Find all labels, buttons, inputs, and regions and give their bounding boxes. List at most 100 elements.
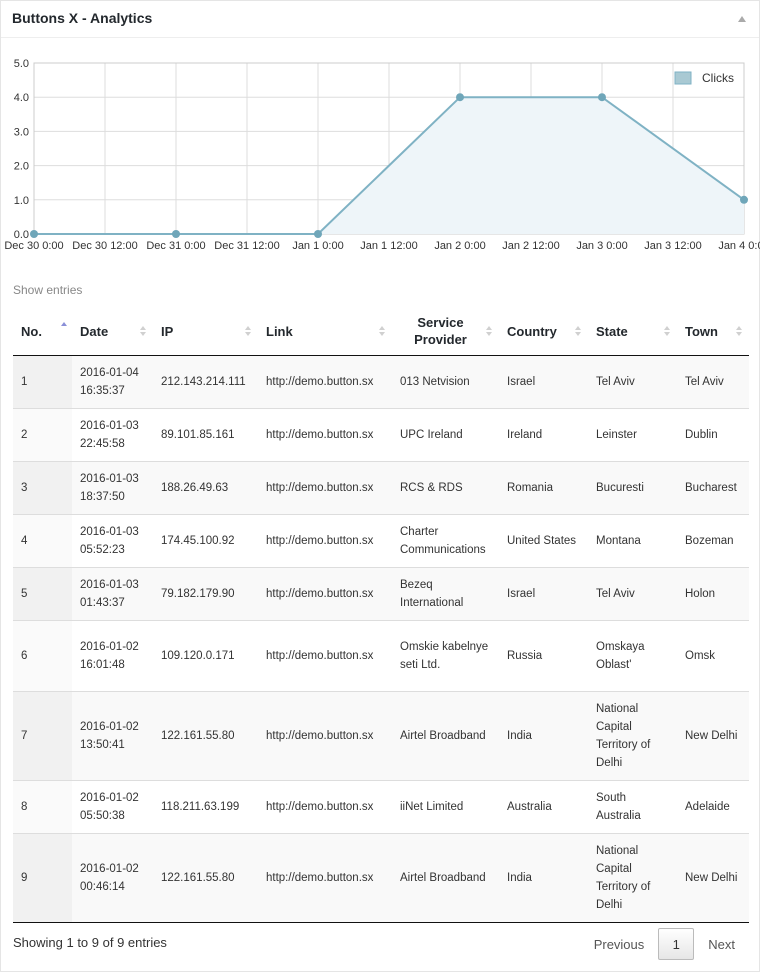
cell-no: 7 [13, 691, 72, 781]
column-label: Town [685, 323, 718, 339]
clicks-chart: 0.01.02.03.04.05.0Dec 30 0:00 Dec 30 12:0… [4, 58, 760, 252]
x-tick-label: Jan 2 0:00 [434, 240, 485, 252]
cell-link: http://demo.button.sx [258, 355, 392, 409]
x-tick-label: Jan 1 0:00 [292, 240, 343, 252]
cell-ip: 212.143.214.111 [153, 355, 258, 409]
column-header-date[interactable]: Date [72, 307, 153, 356]
cell-state: National Capital Territory of Delhi [588, 691, 677, 781]
cell-service-provider: RCS & RDS [392, 461, 499, 515]
cell-no: 1 [13, 355, 72, 409]
cell-ip: 109.120.0.171 [153, 620, 258, 692]
cell-link: http://demo.button.sx [258, 620, 392, 692]
table-info: Showing 1 to 9 of 9 entries [13, 935, 167, 950]
y-tick-label: 1.0 [14, 195, 29, 207]
column-label: Country [507, 323, 557, 339]
cell-date: 2016-01-04 16:35:37 [72, 355, 153, 409]
cell-country: Israel [499, 567, 588, 621]
data-point [456, 93, 464, 102]
cell-state: Bucuresti [588, 461, 677, 515]
cell-link: http://demo.button.sx [258, 567, 392, 621]
column-header-state[interactable]: State [588, 307, 677, 356]
collapse-toggle-icon[interactable] [735, 12, 749, 26]
column-header-town[interactable]: Town [677, 307, 749, 356]
column-header-country[interactable]: Country [499, 307, 588, 356]
x-tick-label: Jan 4 0:00 [718, 240, 760, 252]
cell-service-provider: iiNet Limited [392, 780, 499, 834]
panel-header: Buttons X - Analytics [1, 1, 759, 38]
cell-state: Leinster [588, 408, 677, 462]
column-header-no[interactable]: No. [13, 307, 72, 356]
column-header-link[interactable]: Link [258, 307, 392, 356]
y-tick-label: 4.0 [14, 92, 29, 104]
column-label: State [596, 323, 628, 339]
cell-link: http://demo.button.sx [258, 514, 392, 568]
cell-date: 2016-01-03 05:52:23 [72, 514, 153, 568]
cell-country: Australia [499, 780, 588, 834]
data-point [172, 230, 180, 238]
cell-date: 2016-01-02 13:50:41 [72, 691, 153, 781]
cell-state: Omskaya Oblast' [588, 620, 677, 692]
cell-date: 2016-01-02 16:01:48 [72, 620, 153, 692]
cell-link: http://demo.button.sx [258, 833, 392, 923]
x-tick-label: Jan 1 12:00 [360, 240, 418, 252]
cell-country: Russia [499, 620, 588, 692]
cell-town: Tel Aviv [677, 355, 749, 409]
page-1-button[interactable]: 1 [658, 928, 695, 960]
y-tick-label: 5.0 [14, 58, 29, 70]
sort-icon [245, 326, 251, 336]
cell-no: 5 [13, 567, 72, 621]
data-point [314, 230, 322, 238]
table-row: 4 2016-01-03 05:52:23 174.45.100.92 http://… [13, 514, 749, 568]
cell-no: 2 [13, 408, 72, 462]
sort-ascending-icon [61, 322, 67, 326]
column-label: No. [21, 323, 42, 339]
cell-state: National Capital Territory of Delhi [588, 833, 677, 923]
table-row: 3 2016-01-03 18:37:50 188.26.49.63 http://d… [13, 461, 749, 515]
cell-service-provider: Omskie kabelnye seti Ltd. [392, 620, 499, 692]
pagination: Previous 1 Next [594, 928, 747, 960]
cell-link: http://demo.button.sx [258, 461, 392, 515]
cell-service-provider: 013 Netvision [392, 355, 499, 409]
cell-date: 2016-01-03 22:45:58 [72, 408, 153, 462]
x-tick-label: Jan 3 12:00 [644, 240, 702, 252]
cell-service-provider: Airtel Broadband [392, 833, 499, 923]
cell-town: Bucharest [677, 461, 749, 515]
panel-title: Buttons X - Analytics [12, 10, 153, 26]
next-page-button[interactable]: Next [708, 937, 735, 952]
table-row: 2 2016-01-03 22:45:58 89.101.85.161 http://… [13, 408, 749, 462]
cell-date: 2016-01-02 05:50:38 [72, 780, 153, 834]
legend-label-clicks: Clicks [702, 71, 734, 85]
cell-service-provider: Bezeq International [392, 567, 499, 621]
cell-town: Omsk [677, 620, 749, 692]
cell-country: India [499, 833, 588, 923]
sort-icon [575, 326, 581, 336]
y-tick-label: 3.0 [14, 126, 29, 138]
cell-date: 2016-01-02 00:46:14 [72, 833, 153, 923]
table-row: 8 2016-01-02 05:50:38 118.211.63.199 http:/… [13, 780, 749, 834]
column-label: Date [80, 323, 109, 339]
x-tick-label: Dec 30 12:00 [72, 240, 137, 252]
x-tick-label: Dec 31 0:00 [146, 240, 205, 252]
x-tick-label: Dec 30 0:00 [4, 240, 63, 252]
cell-no: 9 [13, 833, 72, 923]
data-point [30, 230, 38, 238]
data-point [740, 195, 748, 204]
cell-service-provider: UPC Ireland [392, 408, 499, 462]
column-header-service-provider[interactable]: Service Provider [392, 307, 499, 356]
cell-ip: 122.161.55.80 [153, 833, 258, 923]
cell-date: 2016-01-03 01:43:37 [72, 567, 153, 621]
x-tick-label: Dec 31 12:00 [214, 240, 279, 252]
column-header-ip[interactable]: IP [153, 307, 258, 356]
sort-icon [140, 326, 146, 336]
table-row: 9 2016-01-02 00:46:14 122.161.55.80 http://… [13, 833, 749, 923]
column-label: Service Provider [414, 315, 467, 347]
cell-state: Montana [588, 514, 677, 568]
cell-link: http://demo.button.sx [258, 408, 392, 462]
cell-state: South Australia [588, 780, 677, 834]
cell-ip: 174.45.100.92 [153, 514, 258, 568]
cell-country: United States [499, 514, 588, 568]
analytics-panel: Buttons X - Analytics 0.0 1.0 2.0 3.0 4.0 5.0… [0, 0, 760, 972]
previous-page-button[interactable]: Previous [594, 937, 645, 952]
cell-service-provider: Charter Communications [392, 514, 499, 568]
cell-ip: 188.26.49.63 [153, 461, 258, 515]
